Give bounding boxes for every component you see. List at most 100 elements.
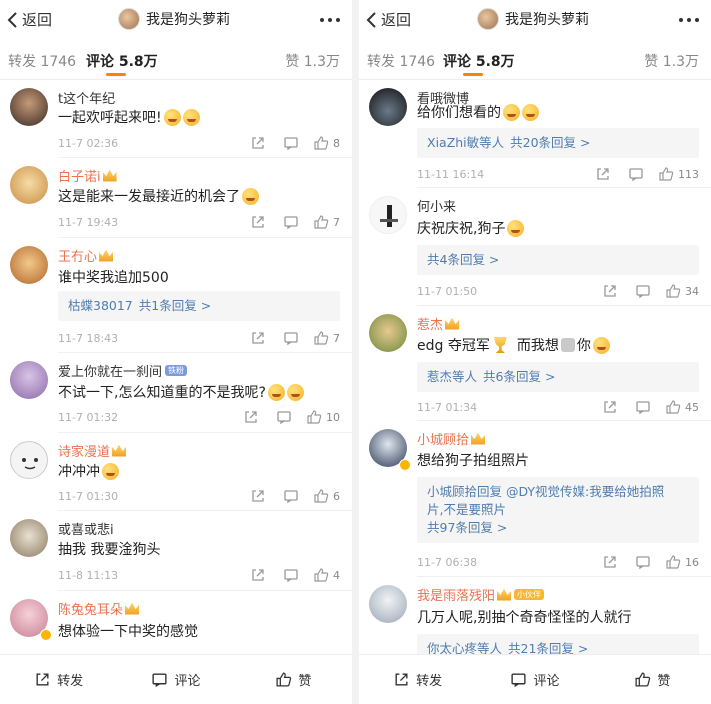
like-button[interactable]: 34 bbox=[665, 283, 699, 299]
repost-button[interactable]: 转发 bbox=[0, 655, 117, 704]
tab-likes[interactable]: 赞 1.3万 bbox=[285, 51, 340, 71]
reply-preview[interactable]: 你太心疼等人 共21条回复 > bbox=[417, 634, 699, 654]
tab-likes[interactable]: 赞 1.3万 bbox=[644, 51, 699, 71]
thumbs-up-icon bbox=[314, 331, 329, 345]
like-button[interactable]: 8 bbox=[313, 135, 340, 151]
back-label: 返回 bbox=[381, 11, 412, 29]
left-screen: 返回 我是狗头萝莉 转发 1746 评论 5.8万 赞 1.3万 t这个年纪 一… bbox=[0, 0, 352, 704]
share-icon[interactable] bbox=[602, 283, 618, 299]
more-icon[interactable] bbox=[320, 18, 340, 22]
avatar[interactable] bbox=[10, 441, 48, 479]
comment-item: 小城顾拾 想给狗子拍组照片 小城顾拾回复 @DY视觉传媒:我要给她拍照 片,不是… bbox=[359, 421, 711, 577]
like-button[interactable]: 45 bbox=[665, 399, 699, 415]
thumbs-up-icon bbox=[659, 167, 674, 181]
comment-author[interactable]: t这个年纪 bbox=[58, 88, 115, 107]
comment-icon bbox=[511, 673, 527, 688]
comment-icon[interactable] bbox=[283, 214, 299, 230]
comment-actions: 113 bbox=[578, 166, 699, 182]
like-post-button[interactable]: 赞 bbox=[235, 655, 352, 704]
comment-author[interactable]: 我是雨落残阳 小伙伴 bbox=[417, 585, 545, 604]
avatar[interactable] bbox=[369, 196, 407, 234]
emoji-icon bbox=[592, 336, 610, 354]
page-title: 我是狗头萝莉 bbox=[146, 12, 230, 28]
comment-icon[interactable] bbox=[283, 567, 299, 583]
reply-preview[interactable]: 枯蝶38017 共1条回复 > bbox=[58, 291, 340, 321]
share-icon[interactable] bbox=[602, 399, 618, 415]
comment-text: 给你们想看的 bbox=[417, 102, 539, 122]
comment-icon[interactable] bbox=[276, 409, 292, 425]
like-button[interactable]: 16 bbox=[665, 554, 699, 570]
comment-item: t这个年纪 一起欢呼起来吧! 11-7 02:36 8 bbox=[0, 80, 352, 158]
share-icon[interactable] bbox=[243, 409, 259, 425]
avatar[interactable] bbox=[10, 519, 48, 557]
comment-time: 11-7 01:30 bbox=[58, 490, 119, 503]
avatar[interactable] bbox=[10, 88, 48, 126]
avatar[interactable] bbox=[369, 585, 407, 623]
post-author[interactable]: 我是狗头萝莉 bbox=[477, 8, 589, 30]
avatar[interactable] bbox=[10, 246, 48, 284]
tab-repost[interactable]: 转发 1746 bbox=[8, 51, 76, 71]
back-button[interactable]: 返回 bbox=[6, 9, 52, 30]
comment-author[interactable]: 爱上你就在一刹间 铁粉 bbox=[58, 361, 188, 380]
tab-comments[interactable]: 评论 5.8万 bbox=[86, 51, 158, 71]
reply-preview[interactable]: 惹杰等人 共6条回复 > bbox=[417, 362, 699, 392]
share-icon[interactable] bbox=[250, 567, 266, 583]
comment-icon[interactable] bbox=[283, 330, 299, 346]
comment-icon[interactable] bbox=[635, 399, 651, 415]
comment-icon[interactable] bbox=[283, 488, 299, 504]
comment-icon[interactable] bbox=[283, 135, 299, 151]
comment-time: 11-7 18:43 bbox=[58, 332, 119, 345]
share-icon[interactable] bbox=[250, 488, 266, 504]
share-icon[interactable] bbox=[250, 330, 266, 346]
share-icon[interactable] bbox=[250, 214, 266, 230]
comment-author[interactable]: 何小来 bbox=[417, 196, 456, 215]
avatar[interactable] bbox=[369, 314, 407, 352]
comment-author[interactable]: 陈兔兔耳朵 bbox=[58, 599, 140, 618]
comment-button[interactable]: 评论 bbox=[117, 655, 234, 704]
like-button[interactable]: 4 bbox=[313, 567, 340, 583]
verified-badge-icon bbox=[399, 459, 411, 471]
author-avatar bbox=[118, 8, 140, 30]
tab-comments[interactable]: 评论 5.8万 bbox=[443, 51, 515, 71]
reply-preview[interactable]: 小城顾拾回复 @DY视觉传媒:我要给她拍照 片,不是要照片 共97条回复 > bbox=[417, 477, 699, 543]
comment-author[interactable]: 王冇心 bbox=[58, 246, 114, 265]
comment-author[interactable]: 小城顾拾 bbox=[417, 429, 486, 448]
avatar[interactable] bbox=[10, 166, 48, 204]
comment-actions: 45 bbox=[585, 399, 699, 415]
tab-indicator bbox=[106, 73, 126, 76]
emoji-icon bbox=[163, 108, 181, 126]
comment-icon[interactable] bbox=[635, 283, 651, 299]
reply-preview[interactable]: 共4条回复 > bbox=[417, 245, 699, 275]
like-button[interactable]: 113 bbox=[658, 166, 699, 182]
reply-preview[interactable]: XiaZhi敏等人 共20条回复 > bbox=[417, 128, 699, 158]
share-icon[interactable] bbox=[250, 135, 266, 151]
tab-repost[interactable]: 转发 1746 bbox=[367, 51, 435, 71]
like-post-button[interactable]: 赞 bbox=[594, 655, 711, 704]
like-button[interactable]: 6 bbox=[313, 488, 340, 504]
comment-icon[interactable] bbox=[635, 554, 651, 570]
avatar[interactable] bbox=[10, 361, 48, 399]
comment-item: 惹杰 edg 夺冠军 而我想你 惹杰等人 共6条回复 > 11-7 01:34 45 bbox=[359, 306, 711, 421]
share-icon[interactable] bbox=[595, 166, 611, 182]
repost-button[interactable]: 转发 bbox=[359, 655, 476, 704]
comment-author[interactable]: 诗家漫道 bbox=[58, 441, 127, 460]
like-button[interactable]: 10 bbox=[306, 409, 340, 425]
comment-author[interactable]: 或喜或悲i bbox=[58, 519, 114, 538]
comment-icon bbox=[152, 673, 168, 688]
back-button[interactable]: 返回 bbox=[365, 9, 411, 30]
share-icon[interactable] bbox=[602, 554, 618, 570]
avatar[interactable] bbox=[369, 88, 407, 126]
more-icon[interactable] bbox=[679, 18, 699, 22]
post-author[interactable]: 我是狗头萝莉 bbox=[118, 8, 230, 30]
comment-icon[interactable] bbox=[628, 166, 644, 182]
comment-time: 11-7 01:50 bbox=[417, 285, 478, 298]
comment-author[interactable]: 惹杰 bbox=[417, 314, 460, 333]
like-button[interactable]: 7 bbox=[313, 330, 340, 346]
like-button[interactable]: 7 bbox=[313, 214, 340, 230]
comment-author[interactable]: 白子诺i bbox=[58, 166, 117, 185]
comment-button[interactable]: 评论 bbox=[476, 655, 593, 704]
bottom-action-bar: 转发 评论 赞 bbox=[359, 654, 711, 704]
right-screen: 返回 我是狗头萝莉 转发 1746 评论 5.8万 赞 1.3万 看哦微博 给你… bbox=[359, 0, 711, 704]
crown-icon bbox=[471, 432, 486, 445]
comment-actions: 34 bbox=[585, 283, 699, 299]
